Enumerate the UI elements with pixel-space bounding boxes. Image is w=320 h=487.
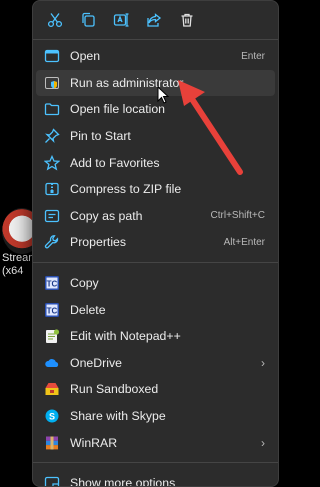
cut-icon — [47, 13, 63, 28]
menu-item-tc-copy[interactable]: TC Copy — [36, 270, 275, 297]
sandbox-icon — [45, 383, 59, 396]
delete-icon — [181, 13, 193, 27]
menu-item-copy-as-path[interactable]: Copy as path Ctrl+Shift+C — [36, 203, 275, 230]
share-icon — [147, 13, 162, 27]
context-toolbar — [33, 1, 278, 39]
shield-icon — [45, 76, 59, 89]
skype-icon: S — [45, 409, 59, 423]
shortcut-text: Enter — [241, 50, 265, 62]
chevron-right-icon: › — [261, 435, 265, 450]
menu-item-add-to-favorites[interactable]: Add to Favorites — [36, 149, 275, 176]
menu-item-label: Properties — [70, 235, 127, 250]
menu-item-show-more-options[interactable]: Show more options — [36, 470, 275, 487]
onedrive-icon — [45, 358, 59, 367]
notepadpp-icon — [46, 329, 60, 344]
tc-icon: TC — [45, 302, 59, 317]
rename-icon — [113, 13, 129, 27]
menu-item-tc-delete[interactable]: TC Delete — [36, 296, 275, 323]
menu-item-onedrive[interactable]: OneDrive › — [36, 350, 275, 377]
rename-button[interactable] — [105, 4, 137, 36]
winrar-icon — [46, 436, 58, 450]
copy-icon — [82, 12, 95, 27]
menu-item-run-sandboxed[interactable]: Run Sandboxed — [36, 376, 275, 403]
svg-text:S: S — [49, 411, 55, 421]
menu-item-label: Compress to ZIP file — [70, 182, 182, 197]
copy-button[interactable] — [72, 4, 104, 36]
menu-item-label: Add to Favorites — [70, 155, 160, 170]
zip-icon — [45, 183, 59, 196]
shortcut-text: Ctrl+Shift+C — [210, 210, 265, 222]
share-button[interactable] — [138, 4, 170, 36]
menu-item-properties[interactable]: Properties Alt+Enter — [36, 229, 275, 256]
copy-path-icon — [44, 209, 60, 223]
menu-item-open-file-location[interactable]: Open file location — [36, 96, 275, 123]
menu-item-compress-to-zip[interactable]: Compress to ZIP file — [36, 176, 275, 203]
menu-item-winrar[interactable]: WinRAR › — [36, 429, 275, 456]
menu-section-extensions: TC Copy TC Delete Edit with Notepad++ On… — [33, 267, 278, 456]
chevron-right-icon: › — [261, 355, 265, 370]
folder-icon — [44, 103, 60, 116]
delete-button[interactable] — [171, 4, 203, 36]
context-menu: Open Enter Run as administrator Open fil… — [32, 0, 279, 487]
menu-item-label: OneDrive — [70, 355, 122, 370]
svg-text:TC: TC — [47, 306, 58, 315]
menu-item-label: Open — [70, 49, 101, 64]
menu-section-primary: Open Enter Run as administrator Open fil… — [33, 40, 278, 256]
menu-item-label: Show more options — [70, 476, 176, 487]
open-icon — [44, 50, 60, 63]
menu-item-label: Delete — [70, 302, 106, 317]
menu-item-label: Share with Skype — [70, 409, 166, 424]
menu-item-share-with-skype[interactable]: S Share with Skype — [36, 403, 275, 430]
menu-item-label: Run Sandboxed — [70, 382, 159, 397]
tc-icon: TC — [45, 276, 59, 291]
menu-item-label: Edit with Notepad++ — [70, 329, 181, 344]
menu-item-label: Copy — [70, 276, 99, 291]
svg-text:TC: TC — [47, 280, 58, 289]
menu-item-edit-with-notepadpp[interactable]: Edit with Notepad++ — [36, 323, 275, 350]
cut-button[interactable] — [39, 4, 71, 36]
menu-item-label: Copy as path — [70, 208, 143, 223]
menu-item-label: WinRAR — [70, 435, 118, 450]
menu-item-open[interactable]: Open Enter — [36, 43, 275, 70]
menu-item-pin-to-start[interactable]: Pin to Start — [36, 123, 275, 150]
menu-item-label: Pin to Start — [70, 129, 131, 144]
pin-icon — [45, 128, 60, 144]
more-options-icon — [44, 477, 60, 486]
star-icon — [44, 154, 60, 171]
shortcut-text: Alt+Enter — [223, 236, 265, 248]
mouse-cursor-icon — [157, 86, 169, 104]
menu-section-more: Show more options — [33, 467, 278, 487]
menu-item-label: Open file location — [70, 102, 166, 117]
menu-item-run-as-administrator[interactable]: Run as administrator — [36, 69, 275, 97]
wrench-icon — [44, 235, 59, 249]
